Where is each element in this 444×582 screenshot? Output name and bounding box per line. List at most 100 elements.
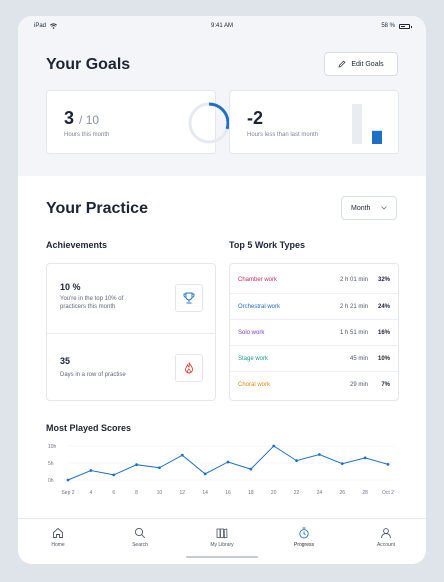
work-type-row: Stage work 45 min 10%: [230, 345, 398, 371]
edit-goals-button[interactable]: Edit Goals: [324, 52, 398, 76]
account-icon: [381, 528, 391, 539]
tab-account[interactable]: Account: [356, 527, 416, 548]
period-select-value: Month: [351, 204, 371, 212]
work-type-name: Orchestral work: [238, 304, 281, 310]
period-select[interactable]: Month: [341, 196, 397, 220]
chevron-down-icon: [381, 206, 387, 210]
data-point: [272, 444, 276, 448]
app-window: iPad 9:41 AM 58 % Your Goals Edit Goals …: [18, 16, 426, 564]
difference-value: -2: [247, 108, 264, 128]
data-point: [226, 460, 230, 464]
achievement-description: Days in a row of practise: [60, 372, 126, 378]
hours-target: / 10: [79, 113, 100, 127]
achievement-value: 35: [60, 356, 71, 366]
data-point: [295, 459, 298, 463]
work-type-percent: 7%: [381, 382, 390, 388]
tab-label: Search: [132, 542, 148, 548]
most-played-title: Most Played Scores: [46, 423, 132, 433]
last-month-bar: [352, 104, 362, 144]
work-type-duration: 45 min: [349, 356, 368, 362]
difference-card: -2 Hours less than last month: [229, 90, 399, 154]
work-type-row: Chamber work 2 h 01 min 32%: [230, 267, 398, 293]
library-icon: [216, 528, 228, 539]
achievement-item: 35 Days in a row of practise: [47, 333, 215, 402]
x-tick-label: 14: [202, 490, 208, 496]
x-tick-label: 26: [340, 490, 346, 496]
tab-label: Account: [376, 542, 396, 548]
work-types-list: Chamber work 2 h 01 min 32% Orchestral w…: [230, 267, 398, 399]
data-point: [66, 478, 70, 482]
x-tick-label: 8: [135, 490, 138, 496]
work-type-duration: 2 h 21 min: [339, 304, 368, 310]
work-type-name: Solo work: [238, 330, 265, 336]
data-point: [340, 462, 344, 466]
y-tick-label: 10h: [48, 444, 57, 450]
x-tick-label: 28: [362, 490, 368, 496]
x-tick-label: 20: [271, 490, 277, 496]
work-type-duration: 1 h 51 min: [339, 330, 368, 336]
tab-label: Home: [51, 542, 65, 548]
status-time: 9:41 AM: [210, 23, 233, 29]
x-tick-label: 4: [89, 490, 92, 496]
tab-home[interactable]: Home: [28, 527, 88, 548]
flame-icon: [175, 354, 203, 382]
data-point: [112, 473, 116, 477]
y-tick-label: 0h: [48, 478, 54, 484]
work-type-name: Stage work: [238, 356, 269, 362]
data-point: [249, 467, 253, 471]
work-type-duration: 2 h 01 min: [339, 277, 368, 283]
data-point: [180, 453, 184, 457]
work-type-row: Orchestral work 2 h 21 min 24%: [230, 293, 398, 319]
x-tick-label: Oct 2: [382, 490, 394, 496]
tab-progress[interactable]: Progress: [274, 527, 334, 548]
work-type-percent: 16%: [377, 330, 390, 336]
search-icon: [134, 527, 146, 539]
trophy-icon: [175, 284, 203, 312]
work-type-percent: 32%: [377, 277, 390, 283]
this-month-bar: [372, 130, 382, 144]
practice-title: Your Practice: [46, 200, 148, 217]
status-bar: iPad 9:41 AM 58 %: [18, 16, 426, 36]
edit-goals-label: Edit Goals: [351, 60, 384, 68]
work-type-duration: 29 min: [349, 382, 368, 388]
difference-caption: Hours less than last month: [247, 132, 319, 138]
x-tick-label: 12: [180, 490, 186, 496]
x-tick-label: 10: [157, 490, 163, 496]
battery-icon: [399, 23, 412, 29]
tab-search[interactable]: Search: [110, 527, 170, 548]
hours-value: 3: [64, 108, 75, 128]
most-played-chart: 10h 5h 0h Sep 2 4 6 8 10 12 14 16 18 20 22 24 26 28 Oct 2: [48, 444, 394, 496]
y-tick-label: 5h: [48, 461, 54, 467]
hours-caption: Hours this month: [64, 132, 110, 138]
achievements-title: Achievements: [46, 240, 108, 250]
x-tick-label: 16: [225, 490, 231, 496]
data-point: [318, 453, 321, 456]
data-point: [386, 462, 390, 466]
work-type-name: Chamber work: [238, 277, 278, 283]
work-types-card: Chamber work 2 h 01 min 32% Orchestral w…: [229, 263, 399, 401]
home-indicator: [186, 556, 258, 558]
x-tick-label: 24: [317, 490, 323, 496]
tab-library[interactable]: My Library: [192, 527, 252, 548]
goals-title: Your Goals: [46, 56, 131, 73]
work-type-percent: 10%: [377, 356, 390, 362]
achievement-value: 10 %: [60, 282, 81, 292]
home-icon: [53, 527, 63, 538]
achievement-description: You're in the top 10% of practicers this…: [60, 296, 124, 310]
x-tick-label: 6: [112, 490, 115, 496]
data-point: [203, 472, 207, 476]
hours-progress-ring: [188, 102, 230, 144]
work-type-percent: 24%: [377, 304, 390, 310]
hours-goal-card: 3 / 10 Hours this month: [46, 90, 230, 154]
x-tick-label: 22: [294, 490, 300, 496]
timer-icon: [299, 527, 309, 539]
tab-label: My Library: [210, 542, 234, 548]
pencil-icon: [338, 60, 346, 68]
battery-percent: 58 %: [381, 23, 395, 29]
hours-value-line: 3 / 10: [64, 108, 99, 129]
data-point: [89, 469, 93, 472]
work-type-row: Choral work 29 min 7%: [230, 371, 398, 397]
work-types-title: Top 5 Work Types: [229, 240, 306, 250]
work-type-row: Solo work 1 h 51 min 16%: [230, 319, 398, 345]
x-tick-label: Sep 2: [61, 490, 74, 496]
